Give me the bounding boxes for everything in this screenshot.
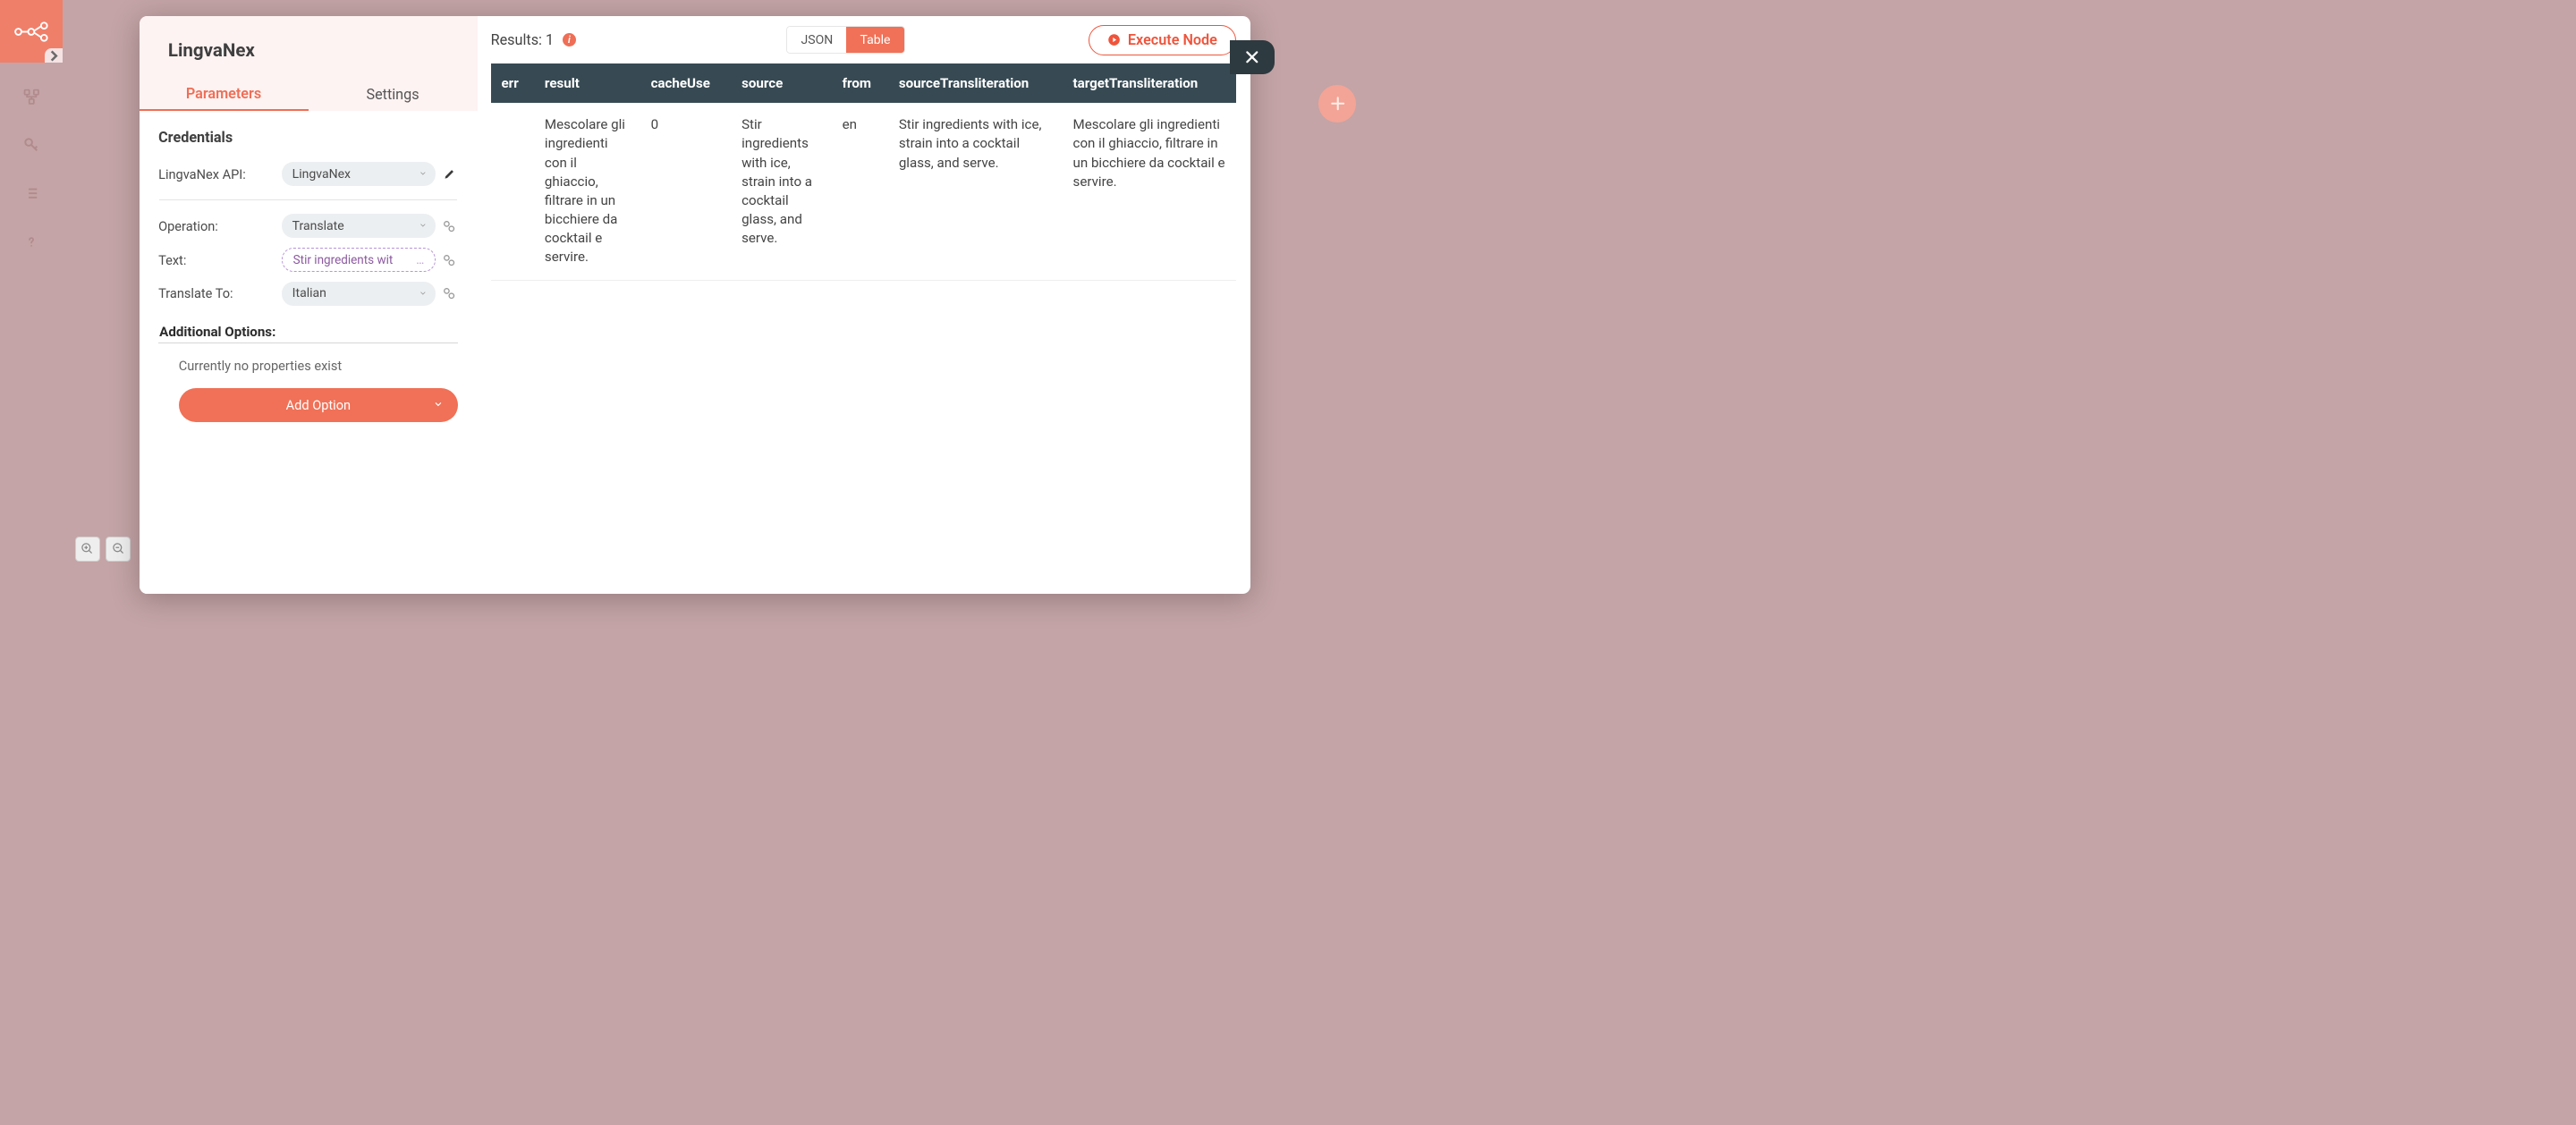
cell-cacheuse: 0 — [640, 103, 732, 280]
cell-source: Stir ingredients with ice, strain into a… — [731, 103, 832, 280]
operation-value: Translate — [292, 219, 344, 233]
format-table-button[interactable]: Table — [846, 27, 903, 53]
api-value: LingvaNex — [292, 167, 351, 182]
chevron-down-icon — [419, 219, 428, 233]
credentials-heading: Credentials — [154, 129, 463, 146]
translate-to-options-button[interactable] — [441, 286, 458, 300]
execute-label: Execute Node — [1128, 31, 1217, 48]
no-properties-text: Currently no properties exist — [154, 343, 463, 384]
col-err: err — [491, 63, 534, 103]
operation-dropdown[interactable]: Translate — [282, 214, 436, 238]
cell-result: Mescolare gli ingredienti con il ghiacci… — [534, 103, 640, 280]
zoom-out-icon — [112, 542, 125, 555]
text-field: Text: Stir ingredients wit … — [154, 243, 463, 277]
format-toggle: JSON Table — [786, 26, 904, 54]
additional-options-heading: Additional Options: — [158, 319, 458, 343]
translate-to-field: Translate To: Italian — [154, 277, 463, 311]
app-logo[interactable] — [0, 0, 63, 63]
table-header-row: err result cacheUse source from sourceTr… — [491, 63, 1237, 103]
table-row[interactable]: Mescolare gli ingredienti con il ghiacci… — [491, 103, 1237, 280]
question-icon — [24, 234, 38, 249]
add-option-button[interactable]: Add Option — [179, 388, 458, 422]
text-label: Text: — [158, 252, 276, 268]
translate-to-dropdown[interactable]: Italian — [282, 282, 436, 306]
key-icon — [23, 137, 39, 153]
node-editor-modal: LingvaNex Parameters Settings Credential… — [140, 16, 1250, 593]
node-title: LingvaNex — [140, 16, 478, 77]
chevron-down-icon — [419, 167, 428, 182]
zoom-in-button[interactable] — [75, 537, 100, 562]
workflow-icon — [22, 88, 41, 106]
cell-targettrans: Mescolare gli ingredienti con il ghiacci… — [1063, 103, 1237, 280]
gear-icon — [442, 253, 456, 267]
tab-parameters[interactable]: Parameters — [140, 78, 309, 112]
results-table: err result cacheUse source from sourceTr… — [491, 63, 1237, 280]
add-option-label: Add Option — [286, 397, 351, 413]
chevron-right-icon — [45, 44, 64, 68]
parameters-panel: LingvaNex Parameters Settings Credential… — [140, 16, 478, 593]
results-count: Results: 1 i — [491, 31, 576, 48]
zoom-controls — [75, 537, 131, 562]
pencil-icon — [443, 167, 456, 181]
translate-to-label: Translate To: — [158, 285, 276, 301]
plus-icon — [1329, 95, 1346, 112]
sidebar-item-executions[interactable] — [17, 179, 46, 207]
gear-icon — [442, 219, 456, 233]
close-button[interactable] — [1230, 40, 1275, 74]
tab-settings[interactable]: Settings — [309, 78, 478, 112]
col-from: from — [832, 63, 888, 103]
text-options-button[interactable] — [441, 253, 458, 267]
results-header: Results: 1 i JSON Table Execute Node — [478, 16, 1250, 63]
add-node-button[interactable] — [1318, 85, 1356, 123]
operation-label: Operation: — [158, 218, 276, 234]
results-panel: Results: 1 i JSON Table Execute Node — [478, 16, 1250, 593]
api-dropdown[interactable]: LingvaNex — [282, 162, 436, 186]
edit-credential-button[interactable] — [441, 167, 458, 181]
zoom-in-icon — [80, 542, 94, 555]
col-source: source — [731, 63, 832, 103]
col-targettrans: targetTransliteration — [1063, 63, 1237, 103]
n8n-logo-icon — [14, 20, 48, 44]
chevron-down-icon — [433, 397, 444, 413]
info-icon[interactable]: i — [563, 33, 576, 47]
api-label: LingvaNex API: — [158, 166, 276, 182]
sidebar-item-credentials[interactable] — [17, 131, 46, 159]
play-icon — [1107, 33, 1121, 47]
results-table-wrap: err result cacheUse source from sourceTr… — [491, 63, 1237, 280]
credential-field: LingvaNex API: LingvaNex — [154, 157, 463, 191]
close-icon — [1242, 47, 1262, 67]
sidebar-item-workflows[interactable] — [17, 82, 46, 111]
chevron-down-icon — [419, 286, 428, 300]
cell-err — [491, 103, 534, 280]
gear-icon — [442, 286, 456, 300]
operation-field: Operation: Translate — [154, 209, 463, 243]
panel-tabs: Parameters Settings — [140, 78, 478, 112]
col-sourcetrans: sourceTransliteration — [888, 63, 1063, 103]
text-expression-input[interactable]: Stir ingredients wit … — [282, 248, 436, 272]
app-sidebar — [0, 0, 63, 607]
cell-from: en — [832, 103, 888, 280]
col-result: result — [534, 63, 640, 103]
zoom-out-button[interactable] — [106, 537, 131, 562]
text-value: Stir ingredients wit — [293, 253, 394, 267]
format-json-button[interactable]: JSON — [787, 27, 846, 53]
results-count-text: Results: 1 — [491, 31, 554, 48]
cell-sourcetrans: Stir ingredients with ice, strain into a… — [888, 103, 1063, 280]
translate-to-value: Italian — [292, 286, 326, 300]
operation-options-button[interactable] — [441, 219, 458, 233]
execute-node-button[interactable]: Execute Node — [1089, 25, 1237, 55]
list-icon — [23, 185, 39, 201]
text-ellipsis: … — [416, 253, 424, 267]
sidebar-item-help[interactable] — [17, 227, 46, 256]
sidebar-toggle[interactable] — [45, 48, 64, 63]
col-cacheuse: cacheUse — [640, 63, 732, 103]
